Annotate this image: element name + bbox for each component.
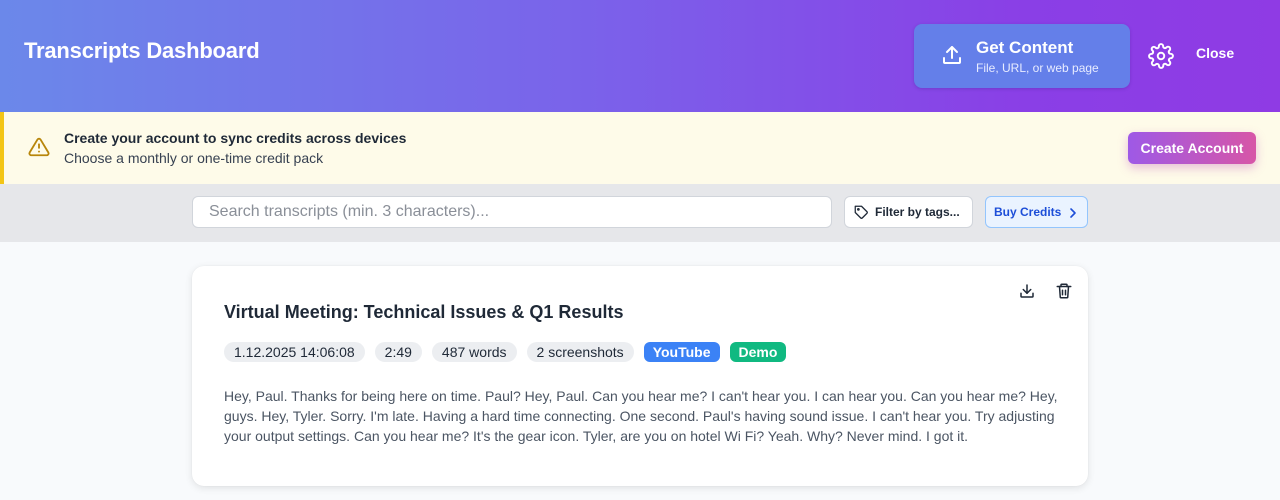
banner-subtitle: Choose a monthly or one-time credit pack	[64, 150, 324, 166]
page-title: Transcripts Dashboard	[24, 38, 260, 63]
get-content-sublabel: File, URL, or web page	[976, 61, 1099, 75]
buy-credits-button[interactable]: Buy Credits	[985, 196, 1088, 228]
app-header: Transcripts Dashboard Get Content File, …	[0, 0, 1280, 112]
close-button[interactable]: Close	[1196, 45, 1234, 61]
youtube-tag[interactable]: YouTube	[643, 342, 720, 362]
transcript-excerpt: Hey, Paul. Thanks for being here on time…	[224, 388, 1058, 444]
banner-title: Create your account to sync credits acro…	[64, 130, 407, 146]
buy-credits-label: Buy Credits	[994, 205, 1062, 219]
account-banner: Create your account to sync credits acro…	[0, 112, 1280, 184]
trash-icon[interactable]	[1055, 282, 1073, 300]
chevron-right-icon	[1070, 208, 1076, 218]
toolbar: Filter by tags... Buy Credits	[0, 184, 1280, 242]
date-chip: 1.12.2025 14:06:08	[224, 342, 365, 362]
tag-icon	[854, 205, 868, 219]
demo-tag[interactable]: Demo	[729, 342, 787, 362]
warning-icon	[28, 137, 50, 157]
duration-chip: 2:49	[374, 342, 422, 362]
transcript-card[interactable]: Virtual Meeting: Technical Issues & Q1 R…	[192, 266, 1088, 486]
create-account-button[interactable]: Create Account	[1128, 132, 1256, 164]
upload-icon	[943, 46, 961, 64]
transcript-title[interactable]: Virtual Meeting: Technical Issues & Q1 R…	[224, 302, 623, 323]
gear-icon[interactable]	[1148, 43, 1174, 69]
get-content-label: Get Content	[976, 38, 1074, 57]
transcript-meta: 1.12.2025 14:06:08 2:49 487 words 2 scre…	[224, 342, 787, 362]
filter-by-tags-button[interactable]: Filter by tags...	[844, 196, 973, 228]
screenshots-chip: 2 screenshots	[526, 342, 634, 362]
download-icon[interactable]	[1018, 282, 1036, 300]
search-input[interactable]	[192, 196, 832, 228]
get-content-button[interactable]: Get Content File, URL, or web page	[914, 24, 1130, 88]
word-count-chip: 487 words	[431, 342, 517, 362]
filter-label: Filter by tags...	[875, 205, 960, 219]
